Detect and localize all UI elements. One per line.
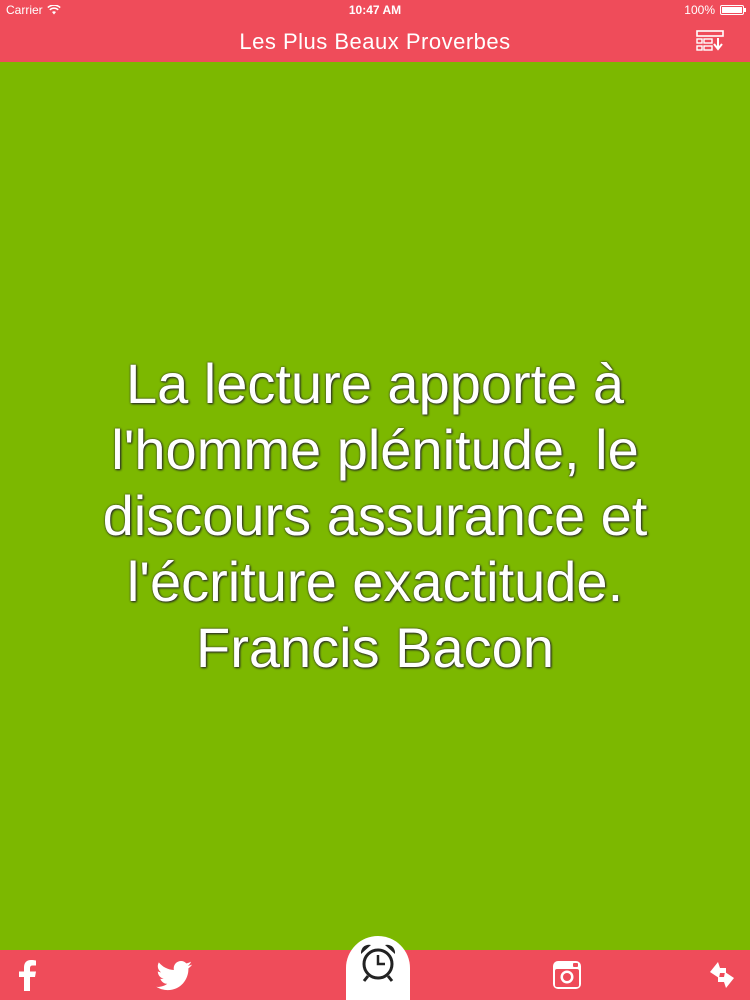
status-bar: Carrier 10:47 AM 100% bbox=[0, 0, 750, 20]
instagram-icon[interactable] bbox=[552, 960, 582, 990]
status-right: 100% bbox=[684, 3, 746, 17]
battery-percent: 100% bbox=[684, 3, 715, 17]
status-time: 10:47 AM bbox=[348, 3, 402, 17]
alarm-button[interactable] bbox=[346, 936, 410, 1000]
refresh-icon[interactable] bbox=[706, 959, 738, 991]
facebook-icon[interactable] bbox=[16, 959, 38, 991]
tab-bar bbox=[0, 936, 750, 1000]
nav-bar: Les Plus Beaux Proverbes bbox=[0, 20, 750, 62]
twitter-icon[interactable] bbox=[156, 961, 192, 991]
page-title: Les Plus Beaux Proverbes bbox=[239, 29, 511, 54]
alarm-clock-icon bbox=[361, 944, 395, 982]
quote-text: La lecture apporte à l'homme plénitude, … bbox=[102, 352, 648, 679]
quote-area: La lecture apporte à l'homme plénitude, … bbox=[0, 62, 750, 950]
battery-icon bbox=[720, 5, 746, 15]
list-download-icon[interactable] bbox=[696, 30, 724, 52]
